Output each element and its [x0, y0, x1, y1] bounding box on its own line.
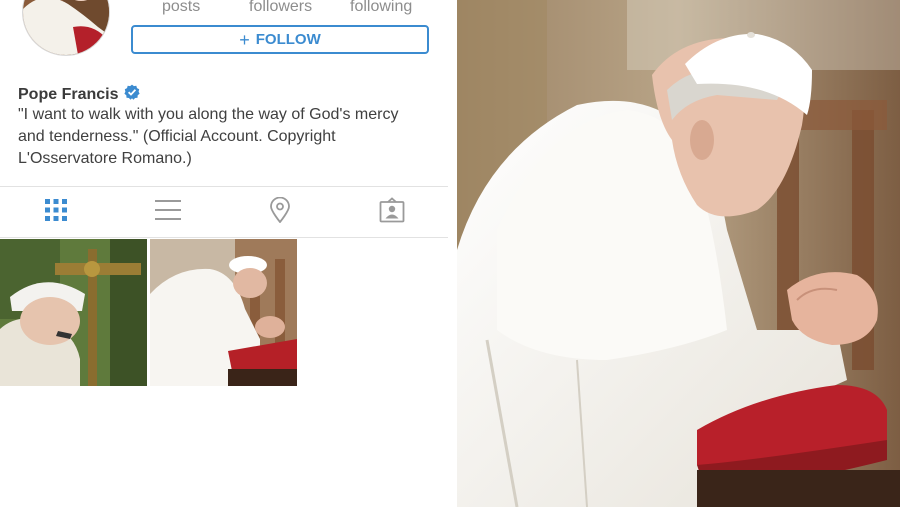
profile-stats: posts followers following	[131, 0, 431, 18]
tab-tagged-photos[interactable]	[336, 187, 448, 237]
post-thumbnail-crucifix[interactable]	[0, 239, 147, 386]
tab-list-view[interactable]	[112, 187, 224, 237]
tab-location-view[interactable]	[224, 187, 336, 237]
profile-bio: "I want to walk with you along the way o…	[18, 106, 399, 167]
following-label[interactable]: following	[350, 0, 412, 16]
profile-view-tabs	[0, 186, 448, 238]
post-thumbnail-prayer[interactable]	[150, 239, 297, 386]
grid-view-icon	[44, 198, 68, 227]
verified-badge-icon	[124, 84, 141, 105]
posts-label: posts	[162, 0, 201, 15]
follow-button[interactable]: + FOLLOW	[131, 25, 429, 54]
tab-grid-view[interactable]	[0, 187, 112, 237]
followers-label[interactable]: followers	[249, 0, 312, 16]
featured-photo	[457, 0, 900, 507]
profile-avatar[interactable]	[22, 0, 110, 56]
profile-name: Pope Francis	[18, 85, 119, 103]
profile-panel: posts followers following + FOLLOW Pope …	[0, 0, 448, 507]
profile-name-row: Pope Francis	[18, 84, 141, 105]
plus-icon: +	[239, 29, 250, 50]
follow-button-label: FOLLOW	[255, 31, 321, 48]
panel-divider	[448, 0, 457, 507]
location-pin-icon	[269, 196, 291, 228]
tagged-photos-icon	[379, 196, 405, 228]
list-view-icon	[154, 198, 182, 227]
